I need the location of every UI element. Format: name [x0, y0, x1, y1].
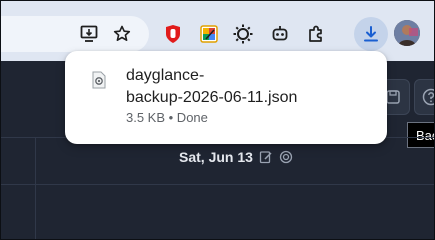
profile-avatar[interactable] — [394, 20, 420, 46]
day-header: Sat, Jun 13 — [179, 147, 293, 167]
target-icon[interactable] — [279, 150, 293, 164]
calendar-gutter-divider — [35, 137, 36, 239]
bookmark-star-icon[interactable] — [110, 22, 134, 46]
save-icon — [386, 90, 400, 104]
edit-note-icon[interactable] — [259, 150, 273, 164]
download-file-name-line2: backup-2026-06-11.json — [126, 89, 298, 106]
screenshot-frame: Back Sat, Jun 13 dayglance- backup-2026-… — [0, 0, 435, 240]
file-icon — [92, 71, 106, 89]
install-app-icon[interactable] — [78, 22, 102, 46]
download-file-name-line1: dayglance- — [126, 67, 205, 84]
extensions-puzzle-icon[interactable] — [304, 22, 328, 46]
download-bubble: dayglance- backup-2026-06-11.json 3.5 KB… — [65, 51, 387, 144]
robot-extension-icon[interactable] — [268, 22, 292, 46]
help-icon — [422, 88, 434, 106]
adblock-extension-icon[interactable] — [161, 22, 185, 46]
download-file-name[interactable]: dayglance- backup-2026-06-11.json — [126, 65, 326, 109]
downloads-button[interactable] — [354, 17, 388, 51]
day-label: Sat, Jun 13 — [179, 149, 253, 165]
color-picker-extension-icon[interactable] — [197, 22, 221, 46]
sun-extension-icon[interactable] — [231, 22, 255, 46]
downloads-icon — [364, 26, 378, 42]
download-status: 3.5 KB • Done — [126, 110, 208, 125]
help-button[interactable] — [414, 79, 434, 115]
